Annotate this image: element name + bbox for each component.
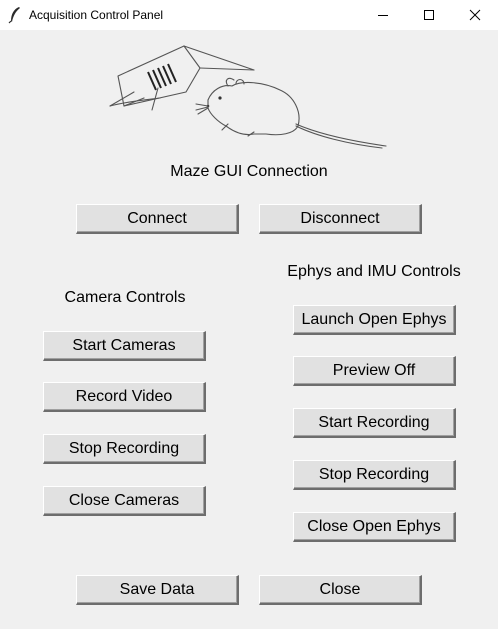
disconnect-button[interactable]: Disconnect [259, 204, 422, 234]
minimize-button[interactable] [360, 0, 406, 30]
close-open-ephys-button[interactable]: Close Open Ephys [293, 512, 456, 542]
close-cameras-button[interactable]: Close Cameras [43, 486, 206, 516]
ephys-start-recording-button[interactable]: Start Recording [293, 408, 456, 438]
ephys-heading: Ephys and IMU Controls [287, 263, 461, 280]
connect-button[interactable]: Connect [76, 204, 239, 234]
window-close-button[interactable] [452, 0, 498, 30]
record-video-button[interactable]: Record Video [43, 382, 206, 412]
window-title: Acquisition Control Panel [29, 8, 164, 22]
start-cameras-button[interactable]: Start Cameras [43, 331, 206, 361]
close-button[interactable]: Close [259, 575, 422, 605]
camera-stop-recording-button[interactable]: Stop Recording [43, 434, 206, 464]
close-icon [469, 9, 481, 21]
camera-heading: Camera Controls [64, 289, 186, 306]
camera-rat-illustration [109, 45, 387, 149]
title-bar: Acquisition Control Panel [0, 0, 498, 30]
maximize-icon [424, 10, 434, 20]
launch-open-ephys-button[interactable]: Launch Open Ephys [293, 305, 456, 335]
maze-heading: Maze GUI Connection [170, 163, 328, 180]
minimize-icon [378, 15, 388, 16]
preview-off-button[interactable]: Preview Off [293, 356, 456, 386]
maximize-button[interactable] [406, 0, 452, 30]
save-data-button[interactable]: Save Data [76, 575, 239, 605]
ephys-stop-recording-button[interactable]: Stop Recording [293, 460, 456, 490]
feather-icon [8, 7, 20, 24]
